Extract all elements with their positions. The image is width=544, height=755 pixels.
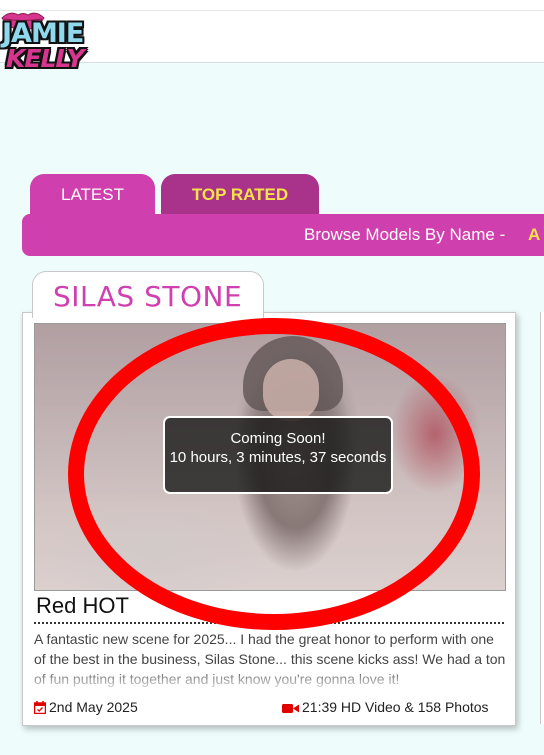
coming-soon-label: Coming Soon! [230,430,326,447]
top-bar: JAMIE KELLY [0,0,544,73]
scene-date: 2nd May 2025 [34,699,138,715]
scene-media-info: 21:39 HD Video & 158 Photos [282,699,489,715]
scene-media-text: 21:39 HD Video & 158 Photos [302,699,489,715]
model-name-tab[interactable]: SILAS STONE [32,271,264,318]
logo-text-last: KELLY [6,44,85,73]
next-card-edge [540,312,544,724]
browse-letter-a[interactable]: A [528,225,540,245]
browse-models-label: Browse Models By Name - [304,225,506,244]
scene-date-text: 2nd May 2025 [49,699,138,715]
coming-soon-overlay: Coming Soon! 10 hours, 3 minutes, 37 sec… [163,416,393,494]
tab-latest[interactable]: LATEST [30,174,155,216]
video-camera-icon [282,704,299,713]
title-divider [34,622,504,624]
scene-title[interactable]: Red HOT [36,593,129,619]
description-fade [34,667,506,691]
browse-models-bar: Browse Models By Name - A [22,214,544,256]
model-name[interactable]: SILAS STONE [53,280,242,313]
scene-card: Coming Soon! 10 hours, 3 minutes, 37 sec… [22,312,516,726]
tab-top-rated[interactable]: TOP RATED [161,174,319,216]
site-logo[interactable]: JAMIE KELLY [0,10,92,73]
calendar-icon [34,701,46,714]
scene-thumbnail[interactable]: Coming Soon! 10 hours, 3 minutes, 37 sec… [34,323,506,591]
countdown-text: 10 hours, 3 minutes, 37 seconds [169,449,387,466]
